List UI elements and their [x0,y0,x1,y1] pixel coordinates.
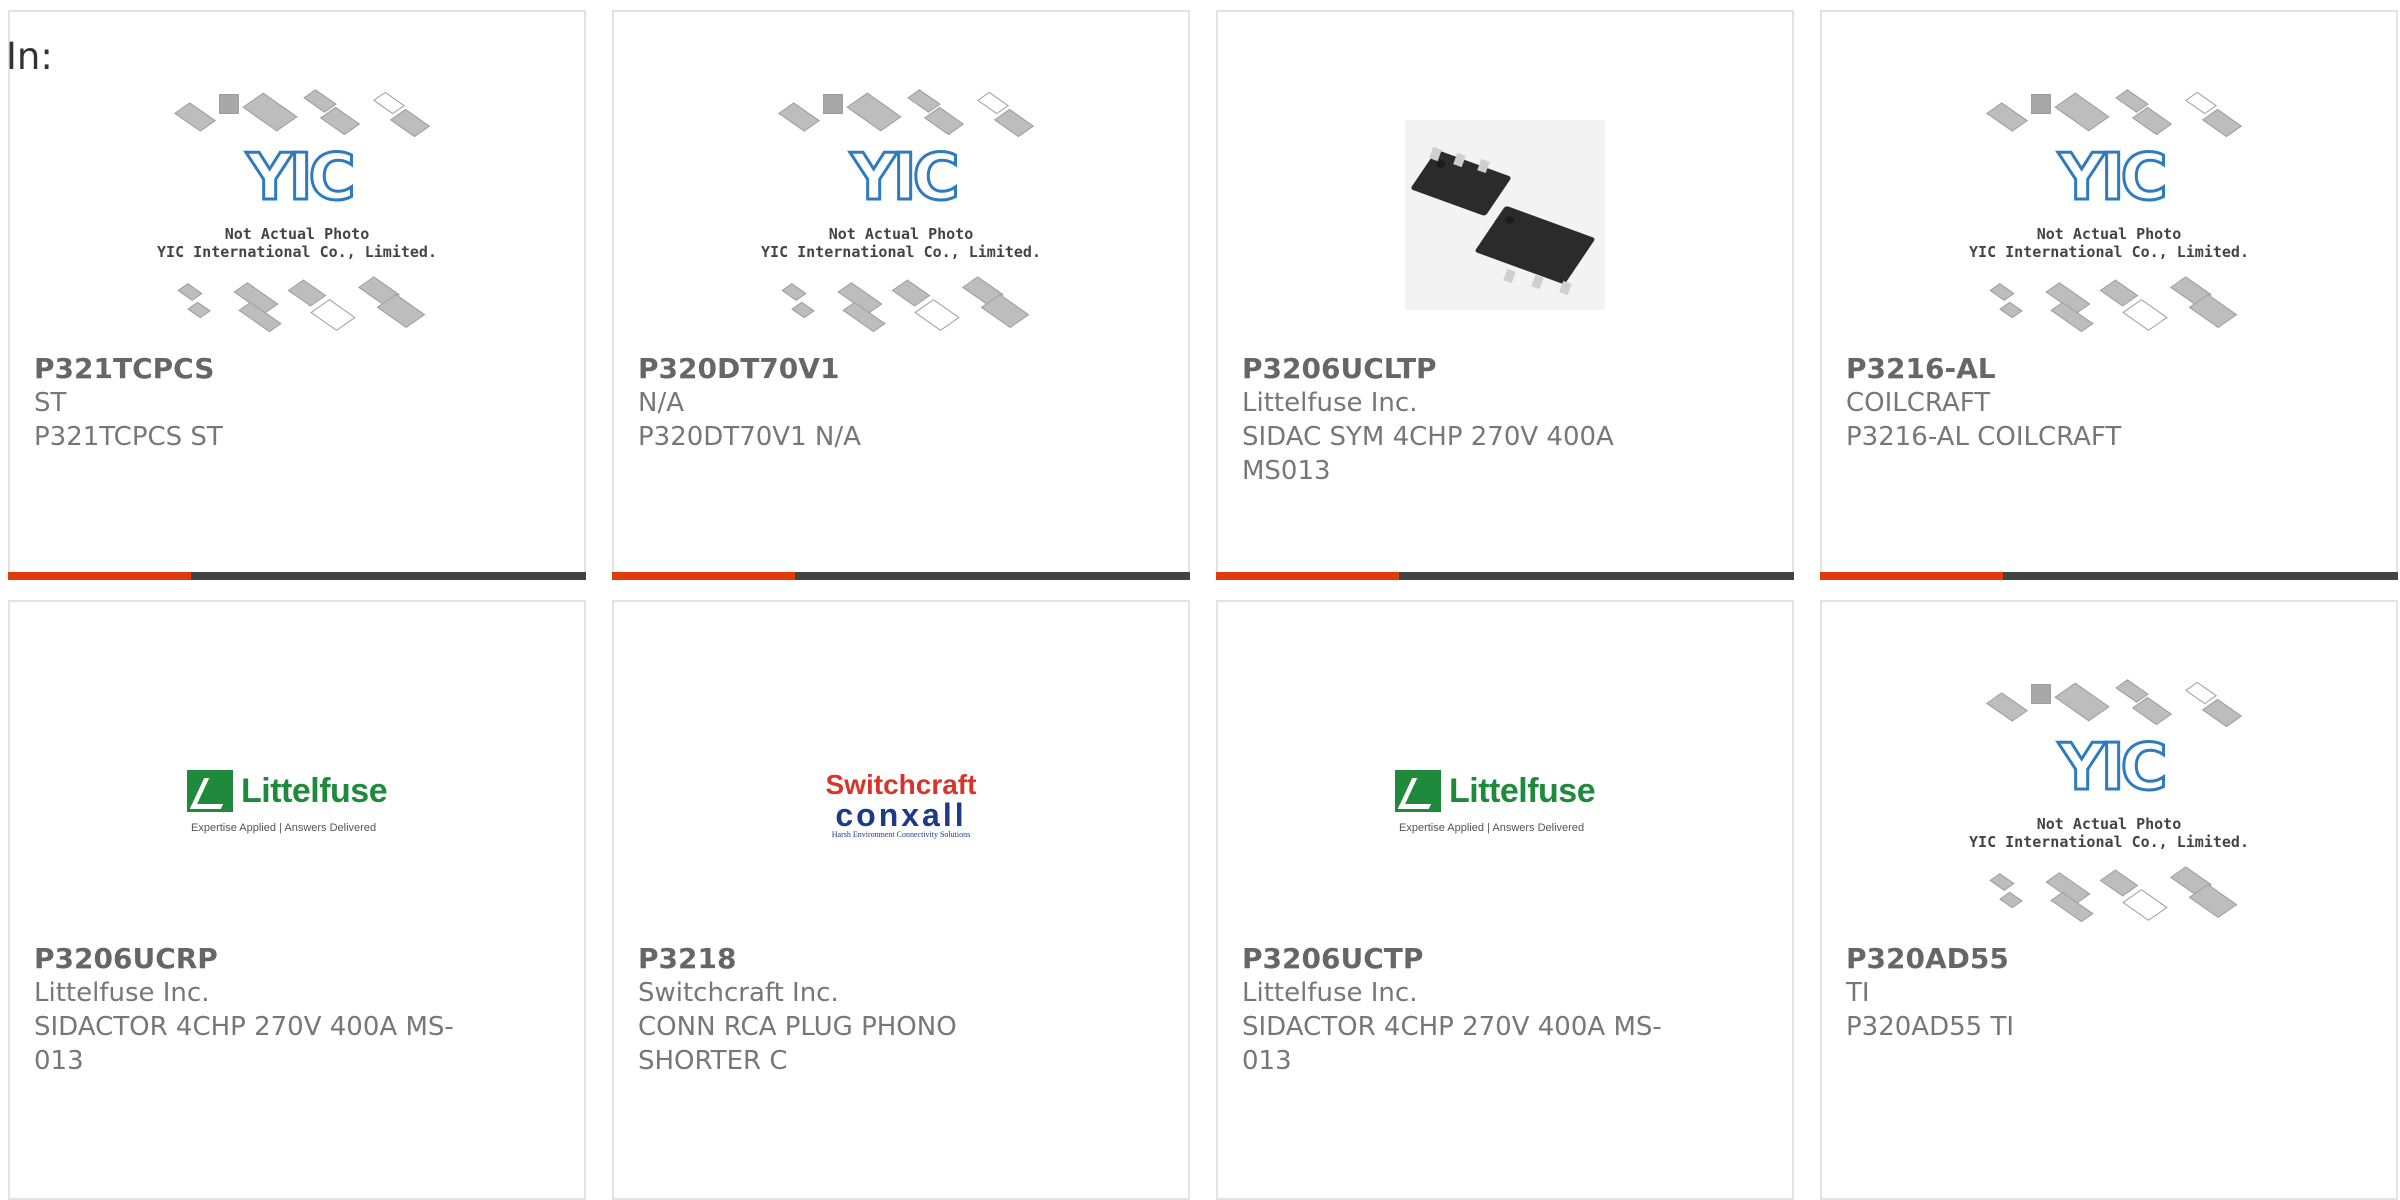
product-image[interactable]: Littelfuse Expertise Applied | Answers D… [10,680,584,930]
part-number[interactable]: P320DT70V1 [638,352,1068,386]
product-card[interactable]: Switchcraft conxall Harsh Environment Co… [612,600,1190,1200]
product-image[interactable]: YIC Not Actual Photo YIC International C… [1822,679,2396,930]
product-card[interactable]: Littelfuse Expertise Applied | Answers D… [8,600,586,1200]
product-card[interactable]: YIC Not Actual Photo YIC International C… [8,10,586,580]
description: SIDACTOR 4CHP 270V 400A MS-013 [1242,1012,1662,1076]
switchcraft-logo: Switchcraft conxall Harsh Environment Co… [791,770,1011,840]
manufacturer: Littelfuse Inc. [1242,978,1418,1008]
placeholder-caption: Not Actual Photo YIC International Co., … [1969,225,2249,261]
yic-logo: YIC [2057,141,2169,215]
product-image[interactable]: Littelfuse Expertise Applied | Answers D… [1218,680,1792,930]
part-number[interactable]: P3206UCRP [34,942,464,976]
product-image[interactable]: YIC Not Actual Photo YIC International C… [614,89,1188,340]
yic-logo: YIC [245,141,357,215]
part-number[interactable]: P3206UCLTP [1242,352,1672,386]
card-accent-bar [8,572,586,580]
part-number[interactable]: P320AD55 [1846,942,2276,976]
logo-tagline: Expertise Applied | Answers Delivered [1399,822,1585,834]
placeholder-image: YIC Not Actual Photo YIC International C… [1969,89,2249,340]
manufacturer: Littelfuse Inc. [34,978,210,1008]
description: P320DT70V1 N/A [638,422,861,452]
logo-tagline: Harsh Environment Connectivity Solutions [831,830,971,839]
placeholder-caption: Not Actual Photo YIC International Co., … [157,225,437,261]
placeholder-image: YIC Not Actual Photo YIC International C… [1969,679,2249,930]
manufacturer: Littelfuse Inc. [1242,388,1418,418]
logo-wordmark: Switchcraft [825,769,977,800]
placeholder-caption-line1: Not Actual Photo [2036,815,2182,833]
product-info: P3206UCRP Littelfuse Inc. SIDACTOR 4CHP … [34,942,464,1078]
product-grid: YIC Not Actual Photo YIC International C… [8,10,2400,1200]
placeholder-caption-line2: YIC International Co., Limited. [157,243,437,261]
product-image[interactable]: Switchcraft conxall Harsh Environment Co… [614,680,1188,930]
part-number[interactable]: P3216-AL [1846,352,2276,386]
description: SIDACTOR 4CHP 270V 400A MS-013 [34,1012,454,1076]
product-info: P3206UCTP Littelfuse Inc. SIDACTOR 4CHP … [1242,942,1672,1078]
product-photo [1405,120,1605,310]
product-image[interactable] [1218,90,1792,340]
manufacturer: ST [34,388,67,418]
yic-logo: YIC [849,141,961,215]
product-card[interactable]: YIC Not Actual Photo YIC International C… [612,10,1190,580]
littelfuse-logo: Littelfuse Expertise Applied | Answers D… [1395,770,1615,840]
placeholder-caption-line1: Not Actual Photo [2036,225,2182,243]
placeholder-image: YIC Not Actual Photo YIC International C… [761,89,1041,340]
card-accent-bar [612,572,1190,580]
product-info: P320AD55 TI P320AD55 TI [1846,942,2276,1044]
product-card[interactable]: P3206UCLTP Littelfuse Inc. SIDAC SYM 4CH… [1216,10,1794,580]
manufacturer: COILCRAFT [1846,388,1991,418]
product-info: P3206UCLTP Littelfuse Inc. SIDAC SYM 4CH… [1242,352,1672,488]
card-accent-bar [1820,572,2398,580]
product-image[interactable]: YIC Not Actual Photo YIC International C… [10,89,584,340]
littelfuse-mark-icon [187,770,233,812]
manufacturer: TI [1846,978,1870,1008]
part-number[interactable]: P3218 [638,942,1068,976]
product-card[interactable]: Littelfuse Expertise Applied | Answers D… [1216,600,1794,1200]
littelfuse-mark-icon [1395,770,1441,812]
logo-wordmark: Littelfuse [1449,772,1596,810]
placeholder-caption-line2: YIC International Co., Limited. [1969,243,2249,261]
placeholder-caption-line1: Not Actual Photo [224,225,370,243]
product-card[interactable]: YIC Not Actual Photo YIC International C… [1820,10,2398,580]
placeholder-image: YIC Not Actual Photo YIC International C… [157,89,437,340]
part-number[interactable]: P321TCPCS [34,352,464,386]
placeholder-caption: Not Actual Photo YIC International Co., … [1969,815,2249,851]
manufacturer: N/A [638,388,684,418]
product-info: P320DT70V1 N/A P320DT70V1 N/A [638,352,1068,454]
in-label: In: [6,35,53,78]
part-number[interactable]: P3206UCTP [1242,942,1672,976]
placeholder-caption-line2: YIC International Co., Limited. [761,243,1041,261]
placeholder-caption: Not Actual Photo YIC International Co., … [761,225,1041,261]
description: P3216-AL COILCRAFT [1846,422,2122,452]
description: CONN RCA PLUG PHONO SHORTER C [638,1012,957,1076]
product-image[interactable]: YIC Not Actual Photo YIC International C… [1822,89,2396,340]
placeholder-caption-line1: Not Actual Photo [828,225,974,243]
card-accent-bar [1216,572,1794,580]
product-info: P3218 Switchcraft Inc. CONN RCA PLUG PHO… [638,942,1068,1078]
logo-submark: conxall [835,797,967,833]
logo-wordmark: Littelfuse [241,772,388,810]
product-info: P321TCPCS ST P321TCPCS ST [34,352,464,454]
product-card[interactable]: YIC Not Actual Photo YIC International C… [1820,600,2398,1200]
description: P320AD55 TI [1846,1012,2015,1042]
yic-logo: YIC [2057,731,2169,805]
littelfuse-logo: Littelfuse Expertise Applied | Answers D… [187,770,407,840]
logo-tagline: Expertise Applied | Answers Delivered [191,822,377,834]
product-info: P3216-AL COILCRAFT P3216-AL COILCRAFT [1846,352,2276,454]
placeholder-caption-line2: YIC International Co., Limited. [1969,833,2249,851]
description: P321TCPCS ST [34,422,223,452]
description: SIDAC SYM 4CHP 270V 400A MS013 [1242,422,1614,486]
manufacturer: Switchcraft Inc. [638,978,839,1008]
